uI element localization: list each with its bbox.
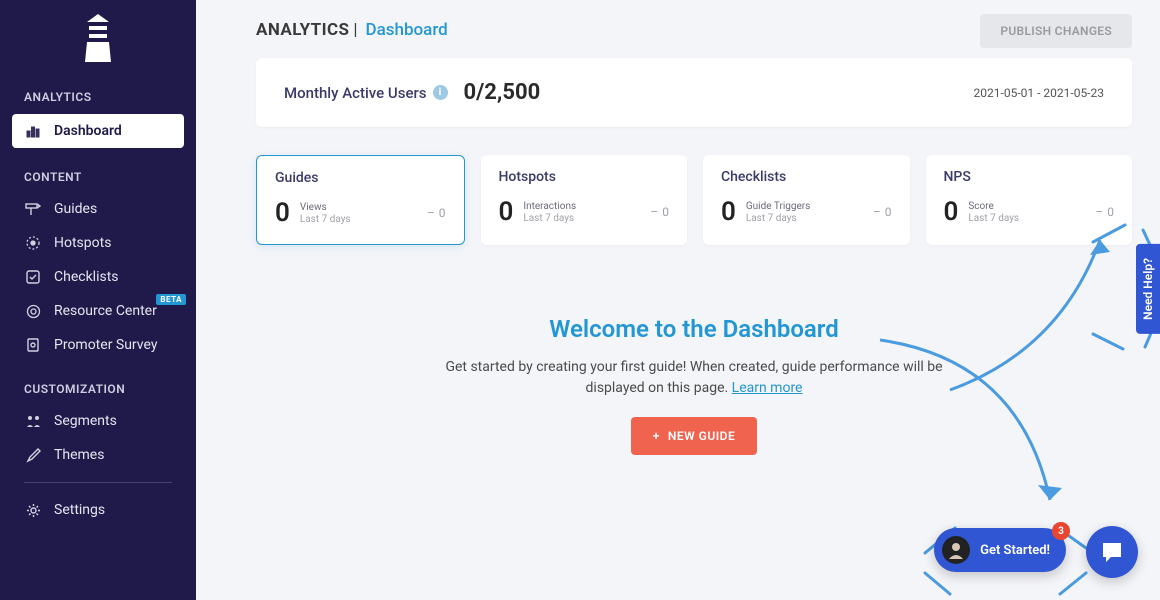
mau-date-range: 2021-05-01 - 2021-05-23 xyxy=(974,86,1104,100)
signpost-icon xyxy=(24,200,42,218)
sidebar-item-hotspots[interactable]: Hotspots xyxy=(0,226,196,260)
stat-subtext: Last 7 days xyxy=(968,213,1019,225)
lifebuoy-icon xyxy=(24,302,42,320)
stat-title: NPS xyxy=(944,169,1115,185)
welcome-section: Welcome to the Dashboard Get started by … xyxy=(256,315,1132,455)
info-icon[interactable]: i xyxy=(433,85,448,100)
learn-more-link[interactable]: Learn more xyxy=(732,380,803,396)
new-guide-label: NEW GUIDE xyxy=(668,429,735,443)
stat-value: 0 xyxy=(944,197,959,227)
section-label-customization: CUSTOMIZATION xyxy=(0,376,196,404)
sidebar-item-themes[interactable]: Themes xyxy=(0,438,196,472)
mau-value: 0/2,500 xyxy=(464,80,541,105)
beta-badge: BETA xyxy=(156,294,186,305)
publish-changes-button[interactable]: PUBLISH CHANGES xyxy=(980,14,1132,48)
breadcrumb-separator: | xyxy=(353,20,357,40)
survey-icon xyxy=(24,336,42,354)
divider xyxy=(24,482,172,483)
sidebar-item-checklists[interactable]: Checklists xyxy=(0,260,196,294)
mau-card: Monthly Active Users i 0/2,500 2021-05-0… xyxy=(256,58,1132,127)
stat-value: 0 xyxy=(721,197,736,227)
stat-card-checklists[interactable]: Checklists 0 Guide Triggers Last 7 days … xyxy=(703,155,910,245)
sidebar-item-settings[interactable]: Settings xyxy=(0,493,196,527)
stat-card-guides[interactable]: Guides 0 Views Last 7 days –0 xyxy=(256,155,465,245)
sidebar-item-segments[interactable]: Segments xyxy=(0,404,196,438)
stat-title: Hotspots xyxy=(499,169,670,185)
sidebar-item-label: Guides xyxy=(54,201,97,217)
stat-metric: Guide Triggers xyxy=(746,201,811,213)
checklist-icon xyxy=(24,268,42,286)
stat-value: 0 xyxy=(499,197,514,227)
sidebar-item-label: Dashboard xyxy=(54,123,122,139)
welcome-text: Get started by creating your first guide… xyxy=(434,357,954,399)
sidebar-item-dashboard[interactable]: Dashboard xyxy=(12,114,184,148)
breadcrumb-section: ANALYTICS xyxy=(256,20,349,40)
segments-icon xyxy=(24,412,42,430)
stat-metric: Views xyxy=(300,202,351,214)
sidebar-item-label: Checklists xyxy=(54,269,119,285)
new-guide-button[interactable]: + NEW GUIDE xyxy=(631,417,757,455)
welcome-body-text: Get started by creating your first guide… xyxy=(445,359,942,396)
sidebar-item-label: Themes xyxy=(54,447,104,463)
stat-title: Guides xyxy=(275,170,446,186)
stat-card-hotspots[interactable]: Hotspots 0 Interactions Last 7 days –0 xyxy=(481,155,688,245)
sidebar: ANALYTICS Dashboard CONTENT Guides Hotsp… xyxy=(0,0,196,600)
stat-metric: Interactions xyxy=(523,201,576,213)
sidebar-item-promoter-survey[interactable]: Promoter Survey xyxy=(0,328,196,362)
sidebar-item-guides[interactable]: Guides xyxy=(0,192,196,226)
notification-badge: 3 xyxy=(1052,522,1070,540)
stat-value: 0 xyxy=(275,198,290,228)
brush-icon xyxy=(24,446,42,464)
stat-trend: –0 xyxy=(427,206,446,220)
logo xyxy=(0,14,196,62)
stat-trend: –0 xyxy=(1095,205,1114,219)
stat-title: Checklists xyxy=(721,169,892,185)
stat-subtext: Last 7 days xyxy=(523,213,576,225)
bar-chart-icon xyxy=(24,122,42,140)
section-label-analytics: ANALYTICS xyxy=(0,84,196,112)
sidebar-item-label: Segments xyxy=(54,413,117,429)
chat-launcher[interactable] xyxy=(1086,526,1138,578)
mau-label-text: Monthly Active Users xyxy=(284,84,427,102)
sidebar-item-label: Settings xyxy=(54,502,105,518)
mau-label: Monthly Active Users i xyxy=(284,84,448,102)
stat-cards-row: Guides 0 Views Last 7 days –0 Hotspots 0… xyxy=(256,155,1132,245)
get-started-label: Get Started! xyxy=(980,543,1050,558)
gear-icon xyxy=(24,501,42,519)
stat-metric: Score xyxy=(968,201,1019,213)
get-started-pill[interactable]: Get Started! 3 xyxy=(934,528,1066,572)
sidebar-item-resource-center[interactable]: Resource Center BETA xyxy=(0,294,196,328)
stat-subtext: Last 7 days xyxy=(746,213,811,225)
stat-subtext: Last 7 days xyxy=(300,214,351,226)
stat-trend: –0 xyxy=(873,205,892,219)
sidebar-item-label: Hotspots xyxy=(54,235,111,251)
stat-trend: –0 xyxy=(650,205,669,219)
sidebar-item-label: Resource Center xyxy=(54,303,157,319)
hotspot-icon xyxy=(24,234,42,252)
stat-card-nps[interactable]: NPS 0 Score Last 7 days –0 xyxy=(926,155,1133,245)
sidebar-item-label: Promoter Survey xyxy=(54,337,157,353)
main-content: ANALYTICS | Dashboard PUBLISH CHANGES Mo… xyxy=(196,0,1160,600)
need-help-tab[interactable]: Need Help? xyxy=(1136,244,1160,334)
welcome-title: Welcome to the Dashboard xyxy=(256,315,1132,343)
avatar xyxy=(942,536,970,564)
plus-icon: + xyxy=(653,429,660,443)
section-label-content: CONTENT xyxy=(0,164,196,192)
breadcrumb-current[interactable]: Dashboard xyxy=(366,20,448,40)
